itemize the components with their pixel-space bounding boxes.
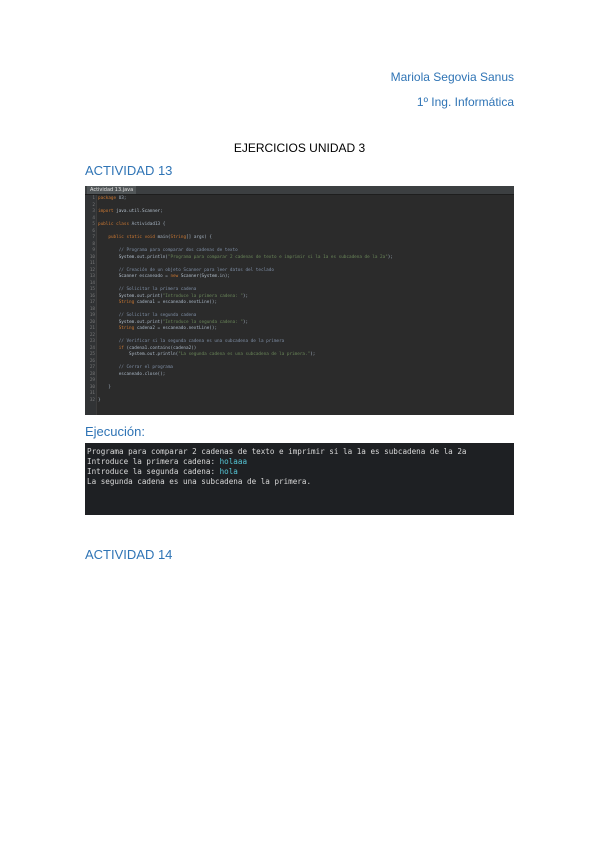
- code-text: // Verificar si la segunda cadena es una…: [98, 339, 285, 344]
- code-text: import java.util.Scanner;: [98, 209, 163, 214]
- code-text: }: [98, 397, 101, 403]
- code-text: System.out.print("Introduce la segunda c…: [118, 319, 249, 325]
- line-number: 32: [89, 397, 95, 403]
- code-text: // Solicitar la segunda cadena: [98, 313, 197, 318]
- code-text: }: [98, 384, 111, 390]
- code-text: // Creación de un objeto Scanner para le…: [98, 267, 274, 273]
- line-number: 22: [89, 332, 95, 338]
- console-line: Introduce la primera cadena: holaaa: [87, 457, 248, 466]
- code-text: package U3;: [98, 196, 127, 201]
- code-editor-screenshot: Actividad 13.java 1 package U3; 2 3 import j…: [85, 186, 514, 415]
- line-number: 16: [89, 293, 95, 299]
- editor-tab: Actividad 13.java: [87, 186, 137, 194]
- console-line: Programa para comparar 2 cadenas de text…: [87, 447, 467, 456]
- code-text: escaneado.close();: [118, 371, 166, 377]
- code-text: // Solicitar la primera cadena: [98, 287, 197, 292]
- code-text: public class Actividad13 {: [98, 222, 166, 227]
- document-title: EJERCICIOS UNIDAD 3: [233, 141, 366, 155]
- line-number: 2: [92, 202, 95, 208]
- code-text: String cadena2 = escaneado.nextLine();: [118, 326, 218, 331]
- line-number: 4: [92, 215, 95, 221]
- degree-label: 1º Ing. Informática: [416, 95, 514, 109]
- line-number: 3: [92, 209, 95, 214]
- line-number: 26: [89, 358, 95, 364]
- line-number: 11: [89, 261, 95, 266]
- console-user-input: hola: [219, 467, 238, 476]
- line-number: 29: [89, 378, 95, 383]
- line-number: 6: [92, 228, 95, 234]
- author-name: Mariola Segovia Sanus: [390, 70, 514, 84]
- line-number: 1: [92, 196, 95, 201]
- console-line: Introduce la segunda cadena: hola: [87, 467, 238, 476]
- line-number: 5: [92, 222, 95, 227]
- execution-heading: Ejecución:: [85, 424, 145, 439]
- code-text: if (cadena1.contains(cadena2)): [118, 345, 197, 351]
- code-text: public static void main(String[] args) {: [108, 235, 212, 240]
- line-number: 12: [89, 267, 95, 273]
- console-line: La segunda cadena es una subcadena de la…: [87, 477, 312, 486]
- line-number: 30: [89, 384, 95, 390]
- line-number: 23: [89, 339, 95, 344]
- line-number: 24: [89, 345, 95, 351]
- line-number: 18: [89, 306, 95, 312]
- activity-13-heading: ACTIVIDAD 13: [85, 163, 173, 178]
- line-number: 28: [89, 371, 95, 377]
- line-number: 7: [92, 235, 95, 240]
- code-text: System.out.print("Introduce la primera c…: [118, 293, 249, 299]
- activity-14-heading: ACTIVIDAD 14: [85, 547, 173, 562]
- line-number: 27: [89, 365, 95, 370]
- code-text: // Programa para comparar dos cadenas de…: [98, 248, 238, 253]
- editor-tab-bar: Actividad 13.java: [85, 186, 514, 195]
- code-text: System.out.println("La segunda cadena es…: [129, 352, 316, 357]
- code-text: // Cerrar el programa: [98, 365, 174, 370]
- code-text: System.out.println("Programa para compar…: [118, 254, 393, 260]
- line-number: 19: [89, 313, 95, 318]
- line-number: 8: [92, 241, 95, 247]
- console-user-input: holaaa: [219, 457, 248, 466]
- console-output: Programa para comparar 2 cadenas de text…: [85, 443, 514, 515]
- line-number: 15: [89, 287, 95, 292]
- line-number: 20: [89, 319, 95, 325]
- code-text: String cadena1 = escaneado.nextLine();: [118, 300, 218, 305]
- line-number: 17: [89, 300, 95, 305]
- line-number: 31: [89, 391, 95, 396]
- line-number: 10: [89, 254, 95, 260]
- line-number: 21: [89, 326, 95, 331]
- line-number: 13: [89, 274, 95, 279]
- line-number: 14: [89, 280, 95, 286]
- line-number: 9: [92, 248, 95, 253]
- line-number: 25: [89, 352, 95, 357]
- code-text: Scanner escaneado = new Scanner(System.i…: [118, 274, 231, 279]
